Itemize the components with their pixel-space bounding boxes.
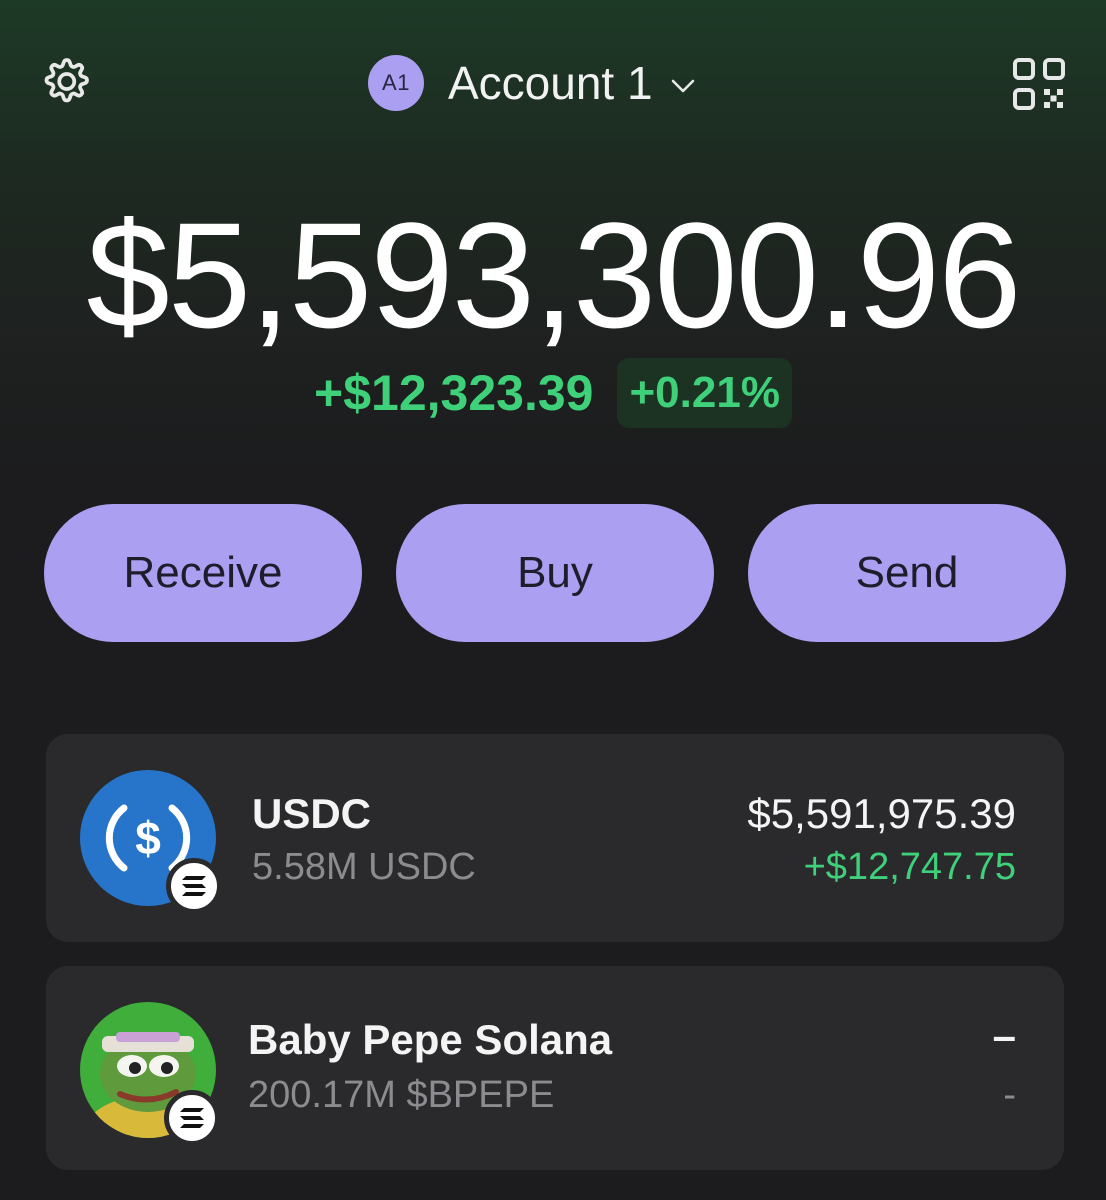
svg-text:$: $	[135, 812, 161, 864]
settings-button[interactable]	[36, 52, 100, 116]
balance-change-percent: +0.21%	[617, 358, 792, 428]
receive-button[interactable]: Receive	[44, 504, 362, 642]
balance-change-amount: +$12,323.39	[314, 365, 594, 421]
top-bar: A1 Account 1	[0, 0, 1106, 170]
token-row-baby-pepe[interactable]: Baby Pepe Solana 200.17M $BPEPE – -	[46, 966, 1064, 1170]
account-selector[interactable]: A1 Account 1	[368, 50, 697, 116]
token-row-usdc[interactable]: $ USDC 5.58M USDC $5,591,975.39 +$12,747…	[46, 734, 1064, 942]
token-change: -	[1003, 1074, 1016, 1116]
token-name: USDC	[252, 790, 372, 837]
token-amount: 5.58M USDC	[252, 846, 476, 888]
chevron-down-icon	[671, 79, 694, 93]
account-name: Account 1	[448, 57, 653, 109]
token-value: $5,591,975.39	[747, 790, 1016, 837]
total-balance: $5,593,300.96	[86, 191, 1021, 359]
solana-badge	[164, 1090, 220, 1146]
solana-badge	[166, 858, 222, 914]
balance-change-row: +$12,323.39 +0.21%	[0, 358, 1106, 428]
token-name: Baby Pepe Solana	[248, 1016, 613, 1063]
qr-code-button[interactable]	[1006, 52, 1072, 116]
action-buttons: Receive Buy Send	[44, 504, 1066, 642]
token-change: +$12,747.75	[803, 846, 1016, 888]
solana-icon	[180, 1108, 204, 1128]
token-value: –	[992, 1012, 1016, 1059]
qr-code-icon	[1013, 58, 1065, 110]
buy-button[interactable]: Buy	[396, 504, 714, 642]
solana-icon	[182, 876, 206, 896]
token-amount: 200.17M $BPEPE	[248, 1074, 555, 1116]
gear-icon	[44, 58, 89, 103]
account-avatar: A1	[368, 55, 424, 111]
send-button[interactable]: Send	[748, 504, 1066, 642]
